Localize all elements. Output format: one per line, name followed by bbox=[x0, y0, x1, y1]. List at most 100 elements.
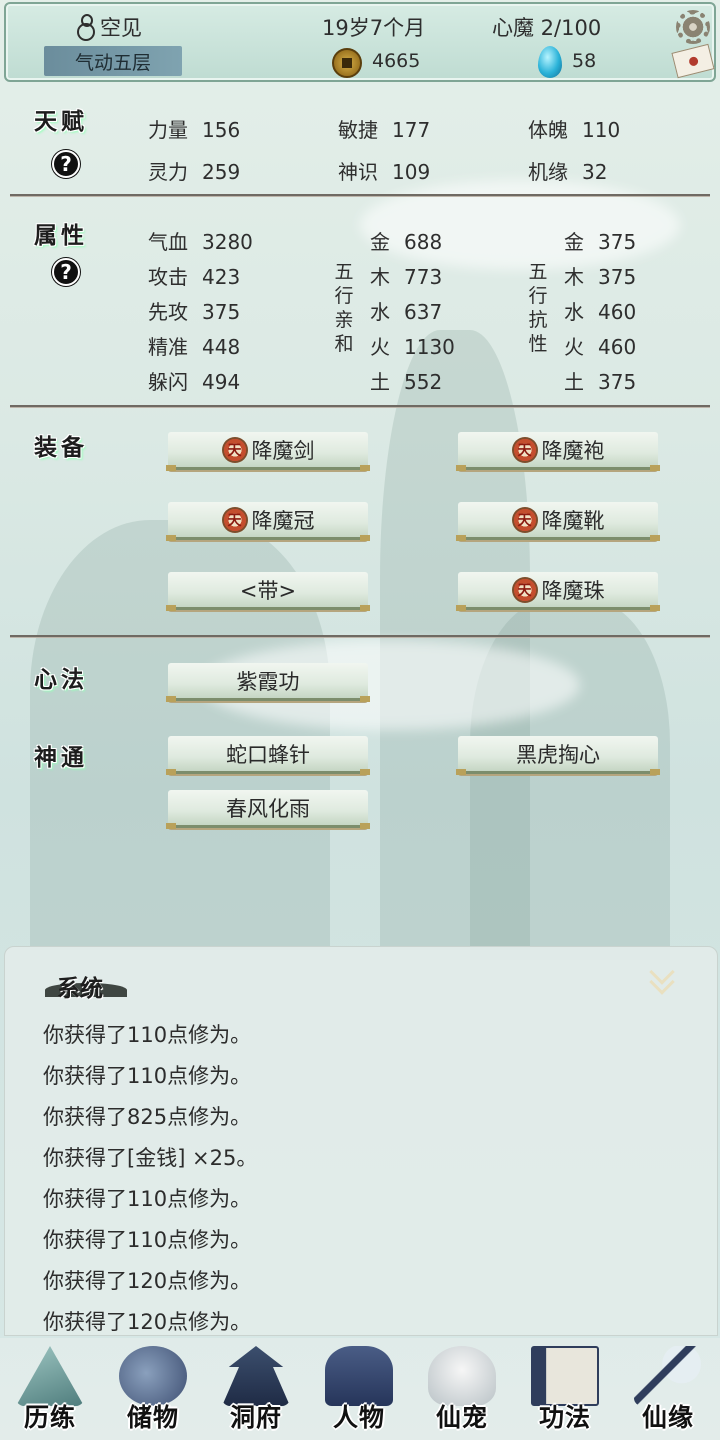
stat-value: 375 bbox=[598, 230, 637, 254]
attribute-stat: 躲闪 494 bbox=[148, 366, 240, 395]
rank-icon: 天 bbox=[511, 506, 538, 533]
abilities-title: 神通 bbox=[34, 744, 88, 771]
stat-value: 32 bbox=[582, 160, 608, 184]
nav-item-character[interactable]: 人物 bbox=[309, 1338, 409, 1438]
affinity-stat: 木 773 bbox=[370, 261, 442, 290]
stat-value: 460 bbox=[598, 300, 637, 324]
stat-label: 水 bbox=[370, 300, 390, 324]
stat-label: 水 bbox=[564, 300, 584, 324]
equip-label: 降魔珠 bbox=[541, 578, 605, 603]
talent-stat: 敏捷 177 bbox=[338, 114, 430, 143]
resist-stat: 水 460 bbox=[564, 296, 636, 325]
equip-slot-belt[interactable]: <带> bbox=[166, 572, 370, 611]
affinity-stat: 火 1130 bbox=[370, 331, 455, 360]
stat-value: 3280 bbox=[202, 230, 253, 254]
equip-label: 降魔靴 bbox=[541, 508, 605, 533]
character-header: 空见 气动五层 19岁7个月 心魔 2/100 4665 58 bbox=[4, 2, 716, 82]
affinity-stat: 金 688 bbox=[370, 226, 442, 255]
equip-slot-boots[interactable]: 天降魔靴 bbox=[456, 502, 660, 541]
attribute-stat: 攻击 423 bbox=[148, 261, 240, 290]
stat-label: 土 bbox=[564, 370, 584, 394]
stat-label: 躲闪 bbox=[148, 370, 188, 394]
nav-item-cave[interactable]: 洞府 bbox=[206, 1338, 306, 1438]
pouch-icon bbox=[119, 1346, 187, 1406]
talent-stat: 灵力 259 bbox=[148, 156, 240, 185]
pagoda-icon bbox=[222, 1346, 290, 1406]
stat-value: 773 bbox=[404, 265, 443, 289]
person-icon bbox=[325, 1346, 393, 1406]
talent-stat: 体魄 110 bbox=[528, 114, 620, 143]
equip-slot-robe[interactable]: 天降魔袍 bbox=[456, 432, 660, 471]
resist-stat: 木 375 bbox=[564, 261, 636, 290]
log-line: 你获得了825点修为。 bbox=[43, 1105, 252, 1129]
nav-item-pet[interactable]: 仙宠 bbox=[412, 1338, 512, 1438]
stat-value: 448 bbox=[202, 335, 241, 359]
stat-label: 精准 bbox=[148, 335, 188, 359]
inner-demon-text: 心魔 2/100 bbox=[492, 16, 602, 40]
talent-stat: 神识 109 bbox=[338, 156, 430, 185]
attribute-stat: 精准 448 bbox=[148, 331, 240, 360]
section-divider bbox=[10, 194, 710, 197]
nav-item-skills[interactable]: 功法 bbox=[515, 1338, 615, 1438]
mail-icon[interactable] bbox=[671, 43, 715, 79]
stat-label: 灵力 bbox=[148, 160, 188, 184]
stat-value: 375 bbox=[598, 370, 637, 394]
resist-stat: 金 375 bbox=[564, 226, 636, 255]
stat-value: 109 bbox=[392, 160, 431, 184]
talent-title: 天赋 bbox=[34, 108, 88, 135]
stat-value: 177 bbox=[392, 118, 431, 142]
attributes-title: 属性 bbox=[34, 222, 88, 249]
question-icon[interactable]: ? bbox=[52, 258, 80, 286]
realm-badge: 气动五层 bbox=[44, 46, 182, 76]
gourd-icon bbox=[74, 14, 96, 41]
equip-slot-pearl[interactable]: 天降魔珠 bbox=[456, 572, 660, 611]
nav-label: 仙宠 bbox=[435, 1403, 488, 1432]
nav-label: 仙缘 bbox=[641, 1403, 694, 1432]
resist-stat: 火 460 bbox=[564, 331, 636, 360]
stat-label: 火 bbox=[564, 335, 584, 359]
stat-label: 体魄 bbox=[528, 118, 568, 142]
stat-value: 688 bbox=[404, 230, 443, 254]
mind-method-label: 紫霞功 bbox=[236, 669, 300, 694]
gear-icon[interactable] bbox=[676, 10, 710, 44]
coin-icon bbox=[332, 48, 362, 78]
equip-slot-weapon[interactable]: 天降魔剑 bbox=[166, 432, 370, 471]
ability-button[interactable]: 蛇口蜂针 bbox=[166, 736, 370, 775]
stat-label: 力量 bbox=[148, 118, 188, 142]
book-icon bbox=[531, 1346, 599, 1406]
double-chevron-down-icon[interactable] bbox=[647, 959, 677, 995]
nav-item-fate[interactable]: 仙缘 bbox=[618, 1338, 718, 1438]
stat-label: 先攻 bbox=[148, 300, 188, 324]
ability-label: 蛇口蜂针 bbox=[226, 742, 310, 767]
stat-label: 敏捷 bbox=[338, 118, 378, 142]
equip-label: 降魔剑 bbox=[251, 438, 315, 463]
log-line: 你获得了110点修为。 bbox=[43, 1228, 252, 1252]
stat-value: 552 bbox=[404, 370, 443, 394]
nav-item-storage[interactable]: 储物 bbox=[103, 1338, 203, 1438]
ability-label: 黑虎掏心 bbox=[516, 742, 600, 767]
log-line: 你获得了110点修为。 bbox=[43, 1187, 252, 1211]
mind-method-button[interactable]: 紫霞功 bbox=[166, 663, 370, 702]
log-line: 你获得了110点修为。 bbox=[43, 1023, 252, 1047]
mind-method-title: 心法 bbox=[34, 666, 88, 693]
affinity-stat: 土 552 bbox=[370, 366, 442, 395]
system-log-panel[interactable]: 系统 你获得了110点修为。 你获得了110点修为。 你获得了825点修为。 你… bbox=[4, 946, 718, 1336]
stat-label: 木 bbox=[370, 265, 390, 289]
nav-label: 洞府 bbox=[229, 1403, 282, 1432]
ability-button[interactable]: 黑虎掏心 bbox=[456, 736, 660, 775]
stat-value: 423 bbox=[202, 265, 241, 289]
ability-button[interactable]: 春风化雨 bbox=[166, 790, 370, 829]
stat-label: 金 bbox=[564, 230, 584, 254]
resist-vertical-label: 五行抗性 bbox=[528, 261, 548, 355]
log-line: 你获得了110点修为。 bbox=[43, 1064, 252, 1088]
equip-label: <带> bbox=[239, 578, 297, 603]
nav-item-training[interactable]: 历练 bbox=[0, 1338, 100, 1438]
stat-value: 1130 bbox=[404, 335, 455, 359]
question-icon[interactable]: ? bbox=[52, 150, 80, 178]
log-line: 你获得了120点修为。 bbox=[43, 1269, 252, 1293]
log-line: 你获得了[金钱] ×25。 bbox=[43, 1146, 258, 1170]
equip-slot-crown[interactable]: 天降魔冠 bbox=[166, 502, 370, 541]
stat-label: 攻击 bbox=[148, 265, 188, 289]
character-name: 空见 bbox=[100, 16, 142, 40]
mountain-icon bbox=[16, 1346, 84, 1406]
